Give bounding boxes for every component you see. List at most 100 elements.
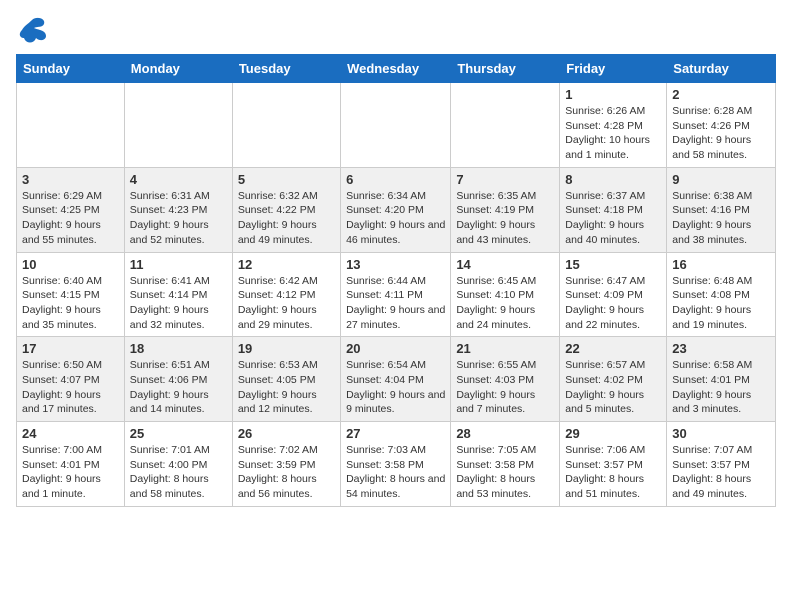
calendar-cell: [451, 83, 560, 168]
day-info: Sunrise: 6:57 AM Sunset: 4:02 PM Dayligh…: [565, 358, 661, 417]
calendar-cell: 24 Sunrise: 7:00 AM Sunset: 4:01 PM Dayli…: [17, 422, 125, 507]
day-number: 29: [565, 426, 661, 441]
weekday-header-wednesday: Wednesday: [341, 55, 451, 83]
day-number: 16: [672, 257, 770, 272]
day-info: Sunrise: 6:29 AM Sunset: 4:25 PM Dayligh…: [22, 189, 119, 248]
calendar-cell: 9 Sunrise: 6:38 AM Sunset: 4:16 PM Daylig…: [667, 167, 776, 252]
calendar-cell: 23 Sunrise: 6:58 AM Sunset: 4:01 PM Dayli…: [667, 337, 776, 422]
day-number: 19: [238, 341, 335, 356]
weekday-header-tuesday: Tuesday: [232, 55, 340, 83]
day-number: 13: [346, 257, 445, 272]
weekday-header-monday: Monday: [124, 55, 232, 83]
day-number: 12: [238, 257, 335, 272]
day-info: Sunrise: 7:05 AM Sunset: 3:58 PM Dayligh…: [456, 443, 554, 502]
calendar-cell: 19Sunrise: 6:53 AM Sunset: 4:05 PM Dayli…: [232, 337, 340, 422]
calendar-cell: 12 Sunrise: 6:42 AM Sunset: 4:12 PM Dayli…: [232, 252, 340, 337]
day-info: Sunrise: 6:54 AM Sunset: 4:04 PM Dayligh…: [346, 358, 445, 417]
calendar-week-row: 17 Sunrise: 6:50 AM Sunset: 4:07 PM Dayli…: [17, 337, 776, 422]
calendar-cell: 29 Sunrise: 7:06 AM Sunset: 3:57 PM Dayli…: [560, 422, 667, 507]
calendar-cell: 20 Sunrise: 6:54 AM Sunset: 4:04 PM Dayli…: [341, 337, 451, 422]
day-number: 10: [22, 257, 119, 272]
day-number: 27: [346, 426, 445, 441]
day-info: Sunrise: 7:07 AM Sunset: 3:57 PM Dayligh…: [672, 443, 770, 502]
day-number: 14: [456, 257, 554, 272]
calendar-table: SundayMondayTuesdayWednesdayThursdayFrid…: [16, 54, 776, 507]
day-info: Sunrise: 6:34 AM Sunset: 4:20 PM Dayligh…: [346, 189, 445, 248]
day-info: Sunrise: 6:40 AM Sunset: 4:15 PM Dayligh…: [22, 274, 119, 333]
day-info: Sunrise: 6:31 AM Sunset: 4:23 PM Dayligh…: [130, 189, 227, 248]
calendar-cell: 5Sunrise: 6:32 AM Sunset: 4:22 PM Daylig…: [232, 167, 340, 252]
day-info: Sunrise: 6:35 AM Sunset: 4:19 PM Dayligh…: [456, 189, 554, 248]
day-number: 24: [22, 426, 119, 441]
day-number: 20: [346, 341, 445, 356]
day-number: 22: [565, 341, 661, 356]
calendar-cell: 14 Sunrise: 6:45 AM Sunset: 4:10 PM Dayli…: [451, 252, 560, 337]
weekday-header-saturday: Saturday: [667, 55, 776, 83]
day-number: 5: [238, 172, 335, 187]
day-info: Sunrise: 6:44 AM Sunset: 4:11 PM Dayligh…: [346, 274, 445, 333]
weekday-header-friday: Friday: [560, 55, 667, 83]
calendar-week-row: 1 Sunrise: 6:26 AM Sunset: 4:28 PM Daylig…: [17, 83, 776, 168]
calendar-cell: 22 Sunrise: 6:57 AM Sunset: 4:02 PM Dayli…: [560, 337, 667, 422]
day-number: 7: [456, 172, 554, 187]
day-info: Sunrise: 6:47 AM Sunset: 4:09 PM Dayligh…: [565, 274, 661, 333]
calendar-cell: 2 Sunrise: 6:28 AM Sunset: 4:26 PM Daylig…: [667, 83, 776, 168]
calendar-cell: 1 Sunrise: 6:26 AM Sunset: 4:28 PM Daylig…: [560, 83, 667, 168]
day-info: Sunrise: 7:06 AM Sunset: 3:57 PM Dayligh…: [565, 443, 661, 502]
day-number: 15: [565, 257, 661, 272]
logo-text-block: [16, 16, 48, 44]
calendar-cell: 17 Sunrise: 6:50 AM Sunset: 4:07 PM Dayli…: [17, 337, 125, 422]
calendar-cell: [124, 83, 232, 168]
calendar-cell: 10 Sunrise: 6:40 AM Sunset: 4:15 PM Dayli…: [17, 252, 125, 337]
calendar-cell: 11Sunrise: 6:41 AM Sunset: 4:14 PM Dayli…: [124, 252, 232, 337]
day-number: 4: [130, 172, 227, 187]
day-info: Sunrise: 6:58 AM Sunset: 4:01 PM Dayligh…: [672, 358, 770, 417]
day-number: 3: [22, 172, 119, 187]
weekday-header-sunday: Sunday: [17, 55, 125, 83]
calendar-cell: 25Sunrise: 7:01 AM Sunset: 4:00 PM Dayli…: [124, 422, 232, 507]
calendar-cell: 21 Sunrise: 6:55 AM Sunset: 4:03 PM Dayli…: [451, 337, 560, 422]
day-number: 2: [672, 87, 770, 102]
logo: [16, 16, 48, 44]
weekday-header-thursday: Thursday: [451, 55, 560, 83]
calendar-week-row: 24 Sunrise: 7:00 AM Sunset: 4:01 PM Dayli…: [17, 422, 776, 507]
calendar-container: SundayMondayTuesdayWednesdayThursdayFrid…: [0, 0, 792, 517]
calendar-cell: 15 Sunrise: 6:47 AM Sunset: 4:09 PM Dayli…: [560, 252, 667, 337]
calendar-cell: 8Sunrise: 6:37 AM Sunset: 4:18 PM Daylig…: [560, 167, 667, 252]
day-info: Sunrise: 6:51 AM Sunset: 4:06 PM Dayligh…: [130, 358, 227, 417]
day-number: 23: [672, 341, 770, 356]
weekday-header-row: SundayMondayTuesdayWednesdayThursdayFrid…: [17, 55, 776, 83]
day-number: 6: [346, 172, 445, 187]
day-info: Sunrise: 7:00 AM Sunset: 4:01 PM Dayligh…: [22, 443, 119, 502]
day-info: Sunrise: 6:55 AM Sunset: 4:03 PM Dayligh…: [456, 358, 554, 417]
calendar-cell: 6 Sunrise: 6:34 AM Sunset: 4:20 PM Daylig…: [341, 167, 451, 252]
day-number: 9: [672, 172, 770, 187]
day-number: 21: [456, 341, 554, 356]
day-info: Sunrise: 6:37 AM Sunset: 4:18 PM Dayligh…: [565, 189, 661, 248]
calendar-cell: [17, 83, 125, 168]
day-info: Sunrise: 6:28 AM Sunset: 4:26 PM Dayligh…: [672, 104, 770, 163]
day-info: Sunrise: 6:45 AM Sunset: 4:10 PM Dayligh…: [456, 274, 554, 333]
day-number: 26: [238, 426, 335, 441]
calendar-cell: 30 Sunrise: 7:07 AM Sunset: 3:57 PM Dayli…: [667, 422, 776, 507]
day-info: Sunrise: 7:03 AM Sunset: 3:58 PM Dayligh…: [346, 443, 445, 502]
logo-bird-icon: [18, 16, 48, 44]
calendar-cell: 26 Sunrise: 7:02 AM Sunset: 3:59 PM Dayli…: [232, 422, 340, 507]
day-number: 28: [456, 426, 554, 441]
day-info: Sunrise: 6:38 AM Sunset: 4:16 PM Dayligh…: [672, 189, 770, 248]
day-number: 17: [22, 341, 119, 356]
day-info: Sunrise: 7:02 AM Sunset: 3:59 PM Dayligh…: [238, 443, 335, 502]
day-info: Sunrise: 6:48 AM Sunset: 4:08 PM Dayligh…: [672, 274, 770, 333]
day-info: Sunrise: 6:41 AM Sunset: 4:14 PM Dayligh…: [130, 274, 227, 333]
calendar-cell: 3 Sunrise: 6:29 AM Sunset: 4:25 PM Daylig…: [17, 167, 125, 252]
calendar-cell: 13 Sunrise: 6:44 AM Sunset: 4:11 PM Dayli…: [341, 252, 451, 337]
calendar-cell: 18 Sunrise: 6:51 AM Sunset: 4:06 PM Dayli…: [124, 337, 232, 422]
day-number: 1: [565, 87, 661, 102]
day-info: Sunrise: 6:50 AM Sunset: 4:07 PM Dayligh…: [22, 358, 119, 417]
day-info: Sunrise: 6:26 AM Sunset: 4:28 PM Dayligh…: [565, 104, 661, 163]
day-number: 18: [130, 341, 227, 356]
calendar-cell: [232, 83, 340, 168]
day-info: Sunrise: 6:42 AM Sunset: 4:12 PM Dayligh…: [238, 274, 335, 333]
day-number: 30: [672, 426, 770, 441]
day-info: Sunrise: 7:01 AM Sunset: 4:00 PM Dayligh…: [130, 443, 227, 502]
